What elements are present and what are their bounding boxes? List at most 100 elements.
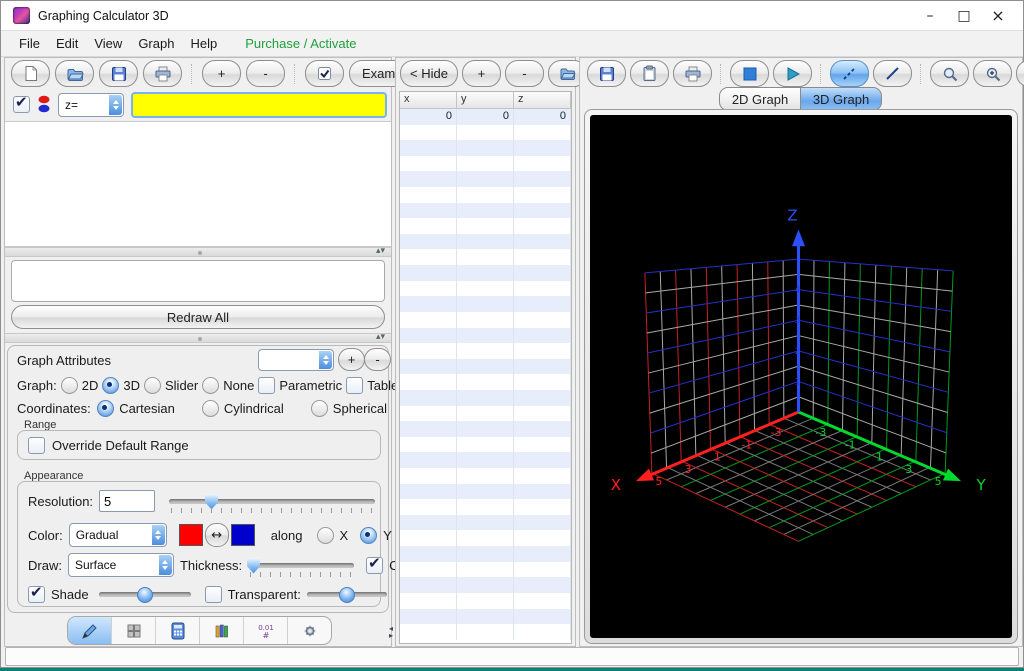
splitter[interactable]: ▴▾ xyxy=(5,332,391,343)
table-cell[interactable] xyxy=(457,249,514,266)
color-from-swatch[interactable] xyxy=(178,524,203,546)
table-cell[interactable] xyxy=(457,592,514,609)
redraw-all-button[interactable]: Redraw All xyxy=(11,305,385,329)
tool-grid-button[interactable] xyxy=(112,617,156,644)
equation-list[interactable] xyxy=(5,121,391,247)
table-cell[interactable] xyxy=(514,311,571,328)
table-plus-button[interactable]: + xyxy=(461,60,501,87)
stop-button[interactable] xyxy=(730,60,769,87)
table-cell[interactable] xyxy=(514,233,571,250)
table-cell[interactable] xyxy=(514,561,571,578)
radio-cylindrical[interactable] xyxy=(201,399,219,417)
table-cell[interactable] xyxy=(457,296,514,312)
add-equation-button[interactable]: + xyxy=(202,60,241,87)
table-row[interactable] xyxy=(400,280,571,297)
table-row[interactable] xyxy=(400,218,571,234)
table-cell[interactable] xyxy=(514,265,571,281)
table-cell[interactable] xyxy=(400,468,457,484)
close-button[interactable]: × xyxy=(981,2,1015,30)
menu-edit[interactable]: Edit xyxy=(56,36,78,51)
table-cell[interactable] xyxy=(400,140,457,156)
table-cell[interactable] xyxy=(400,155,457,172)
panel-divider-handle[interactable]: ◂ ▸ xyxy=(387,625,395,640)
table-cell[interactable] xyxy=(514,374,571,390)
table-cell[interactable] xyxy=(457,187,514,203)
zoom-in-button[interactable] xyxy=(973,60,1012,87)
table-cell[interactable] xyxy=(400,296,457,312)
table-cell[interactable] xyxy=(457,389,514,406)
table-row[interactable] xyxy=(400,296,571,312)
table-row[interactable] xyxy=(400,561,571,578)
shade-slider-thumb[interactable] xyxy=(136,586,153,603)
shade-slider[interactable] xyxy=(98,586,191,603)
parametric-checkbox[interactable] xyxy=(258,376,276,394)
radio-spherical[interactable] xyxy=(310,399,328,417)
hide-table-button[interactable]: < Hide xyxy=(400,60,458,87)
table-cell[interactable] xyxy=(457,280,514,297)
table-cell[interactable] xyxy=(514,499,571,515)
equation-enabled-checkbox[interactable] xyxy=(13,93,30,113)
table-cell[interactable] xyxy=(457,421,514,437)
table-cell[interactable] xyxy=(400,311,457,328)
swap-colors-button[interactable]: ↔ xyxy=(204,523,229,547)
table-cell[interactable] xyxy=(457,530,514,547)
splitter-arrows-icon[interactable]: ▴▾ xyxy=(376,332,385,342)
table-cell[interactable] xyxy=(400,405,457,422)
table-checkbox[interactable] xyxy=(346,376,364,394)
equation-type-select[interactable]: z= xyxy=(58,92,124,117)
minimize-button[interactable]: – xyxy=(913,2,947,30)
table-cell[interactable] xyxy=(400,124,457,141)
table-cell[interactable] xyxy=(457,124,514,141)
table-cell[interactable] xyxy=(400,499,457,515)
radio-3d[interactable] xyxy=(102,376,120,394)
table-cell[interactable] xyxy=(400,436,457,453)
table-cell[interactable] xyxy=(457,514,514,531)
splitter[interactable]: ▴▾ xyxy=(5,246,391,257)
menu-view[interactable]: View xyxy=(94,36,122,51)
table-cell[interactable] xyxy=(457,311,514,328)
radio-along-y[interactable] xyxy=(360,526,378,544)
table-row[interactable] xyxy=(400,468,571,484)
tab-2d-graph[interactable]: 2D Graph xyxy=(719,87,801,111)
table-cell[interactable] xyxy=(457,218,514,234)
tool-library-button[interactable] xyxy=(200,617,244,644)
table-cell[interactable] xyxy=(400,202,457,219)
table-row[interactable] xyxy=(400,577,571,593)
table-row[interactable] xyxy=(400,389,571,406)
table-cell[interactable] xyxy=(457,343,514,359)
table-cell[interactable] xyxy=(514,155,571,172)
message-box[interactable] xyxy=(11,260,385,302)
table-row[interactable] xyxy=(400,311,571,328)
table-cell[interactable] xyxy=(514,514,571,531)
table-row[interactable] xyxy=(400,343,571,359)
table-cell[interactable] xyxy=(457,546,514,562)
table-cell[interactable] xyxy=(514,280,571,297)
table-row[interactable] xyxy=(400,265,571,281)
table-cell[interactable] xyxy=(457,468,514,484)
table-row[interactable] xyxy=(400,327,571,344)
table-cell[interactable] xyxy=(400,233,457,250)
table-cell[interactable] xyxy=(514,327,571,344)
table-row[interactable] xyxy=(400,171,571,188)
table-cell[interactable] xyxy=(457,561,514,578)
table-cell[interactable] xyxy=(400,389,457,406)
table-row[interactable] xyxy=(400,530,571,547)
table-cell[interactable] xyxy=(400,374,457,390)
color-mode-select[interactable]: Gradual xyxy=(68,523,167,547)
transparent-slider-thumb[interactable] xyxy=(338,586,355,603)
resolution-slider[interactable] xyxy=(169,493,376,513)
graph-viewport[interactable]: X Y Z -3 -1 1 3 5 -3 -1 1 3 5 1 2 3 4 xyxy=(590,115,1012,638)
table-cell[interactable] xyxy=(400,592,457,609)
table-row[interactable] xyxy=(400,483,571,500)
graph-copy-button[interactable] xyxy=(630,60,669,87)
table-cell[interactable] xyxy=(457,608,514,625)
thickness-slider[interactable] xyxy=(247,557,355,577)
table-cell[interactable] xyxy=(514,624,571,640)
table-cell[interactable] xyxy=(514,343,571,359)
zoom-button[interactable] xyxy=(930,60,969,87)
table-cell[interactable] xyxy=(457,202,514,219)
override-range-checkbox[interactable] xyxy=(28,436,45,454)
table-cell[interactable] xyxy=(457,499,514,515)
table-cell[interactable] xyxy=(457,374,514,390)
table-row[interactable] xyxy=(400,499,571,515)
